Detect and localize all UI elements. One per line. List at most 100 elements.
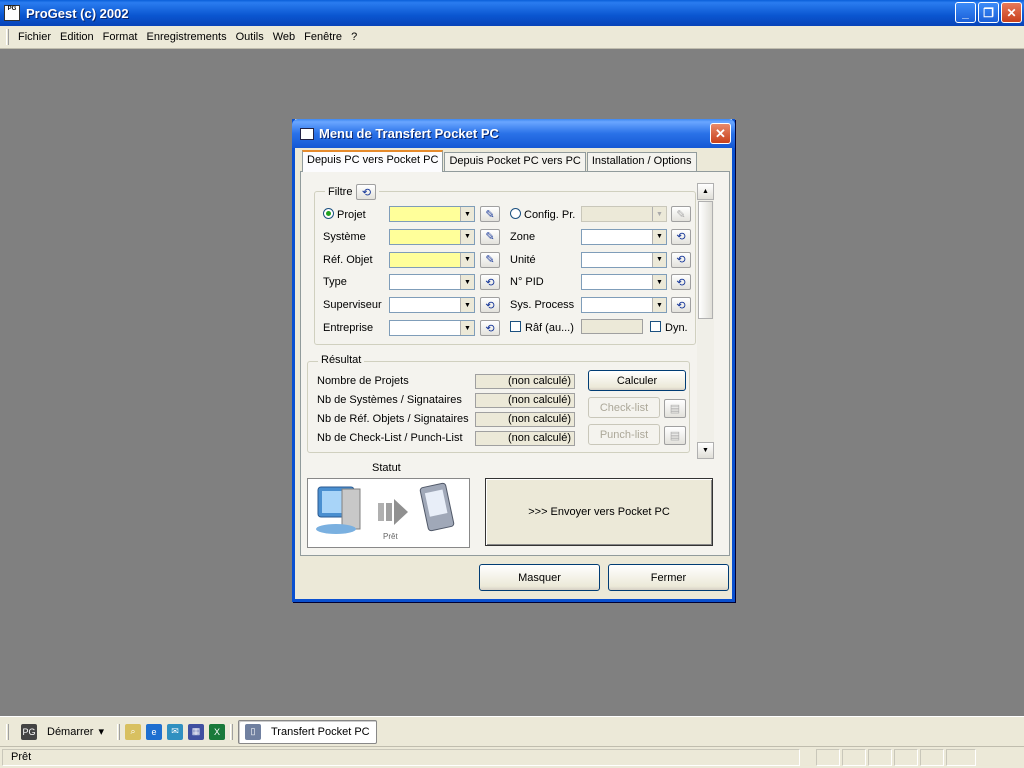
filtre-left-label: Type — [323, 276, 347, 288]
chevron-down-icon[interactable]: ▼ — [460, 207, 474, 221]
menu-fichier[interactable]: Fichier — [14, 29, 56, 45]
filtre-action-button[interactable]: ✎ — [671, 206, 691, 222]
minimize-button[interactable]: _ — [955, 2, 976, 23]
status-panel-3 — [868, 749, 892, 766]
dyn-check-box[interactable] — [650, 321, 661, 332]
menu-web[interactable]: Web — [269, 29, 300, 45]
resultat-row-value: (non calculé) — [475, 431, 575, 446]
filtre-action-button[interactable]: ⟲ — [671, 228, 691, 245]
filtre-combo[interactable]: ▼ — [389, 320, 475, 336]
chevron-down-icon[interactable]: ▼ — [460, 252, 474, 267]
menu-fenetre[interactable]: Fenêtre — [300, 29, 347, 45]
filtre-combo[interactable]: ▼ — [389, 274, 475, 291]
filtre-left-label: Entreprise — [323, 322, 373, 334]
masquer-button[interactable]: Masquer — [479, 564, 600, 591]
tab-pc-to-pocket[interactable]: Depuis PC vers Pocket PC — [302, 150, 444, 172]
chevron-down-icon[interactable]: ▼ — [652, 229, 666, 244]
toolbar-grip[interactable] — [6, 29, 9, 45]
ie-icon[interactable]: e — [145, 723, 162, 740]
app-icon[interactable]: PG — [4, 5, 20, 21]
raf-checkbox[interactable]: Râf (au...) — [510, 321, 574, 334]
arrow-up-icon: ▲ — [702, 188, 709, 195]
filtre-combo[interactable]: ▼ — [389, 297, 475, 314]
filtre-reset-button[interactable]: ⟲ — [356, 184, 377, 200]
filtre-combo[interactable]: ▼ — [581, 228, 667, 245]
scroll-thumb[interactable] — [698, 201, 713, 319]
filtre-action-button[interactable]: ⟲ — [480, 320, 500, 336]
filtre-right-label: Zone — [510, 231, 535, 243]
filtre-left-label[interactable]: Projet — [323, 208, 366, 221]
filtre-action-button[interactable]: ⟲ — [671, 297, 691, 314]
filtre-action-button[interactable]: ⟲ — [671, 251, 691, 268]
resultat-row-value: (non calculé) — [475, 393, 575, 408]
task-label: Transfert Pocket PC — [270, 725, 370, 738]
chevron-down-icon[interactable]: ▼ — [460, 229, 474, 244]
tab-pocket-to-pc[interactable]: Depuis Pocket PC vers PC — [444, 152, 586, 171]
restore-button[interactable]: ❐ — [978, 2, 999, 23]
chevron-down-icon[interactable]: ▼ — [460, 321, 474, 335]
filtre-label: Filtre ⟲ — [325, 184, 380, 200]
resultat-label: Résultat — [318, 354, 365, 366]
menu-outils[interactable]: Outils — [232, 29, 269, 45]
excel-icon[interactable]: X — [208, 723, 225, 740]
menu-edition[interactable]: Edition — [56, 29, 99, 45]
start-button[interactable]: PG Démarrer ▾ — [14, 720, 111, 744]
filtre-combo[interactable]: ▼ — [389, 228, 475, 245]
send-to-pocket-pc-button[interactable]: >>> Envoyer vers Pocket PC — [485, 478, 713, 546]
filtre-action-button[interactable]: ⟲ — [480, 297, 500, 314]
raf-check-box[interactable] — [510, 321, 521, 332]
filtre-combo[interactable]: ▼ — [581, 251, 667, 268]
projet-radio[interactable] — [323, 208, 334, 219]
filtre-combo[interactable]: ▼ — [581, 274, 667, 291]
outlook-icon[interactable]: ✉ — [166, 723, 183, 740]
menu-help[interactable]: ? — [347, 29, 362, 45]
quicklaunch-grip[interactable] — [116, 723, 120, 740]
panel-scrollbar[interactable]: ▲ ▼ — [697, 183, 714, 459]
filtre-combo[interactable]: ▼ — [389, 251, 475, 268]
statut-state: Prêt — [383, 532, 398, 541]
raf-value — [581, 319, 643, 334]
chevron-down-icon[interactable]: ▼ — [652, 275, 666, 290]
filtre-action-button[interactable]: ✎ — [480, 206, 500, 222]
chevron-down-icon[interactable]: ▼ — [460, 298, 474, 313]
filtre-combo[interactable]: ▼ — [389, 206, 475, 222]
arrow-right-icon — [378, 499, 408, 525]
filtre-right-label[interactable]: Config. Pr. — [510, 208, 575, 221]
print-icon: ▤ — [669, 403, 681, 415]
config-radio[interactable] — [510, 208, 521, 219]
filtre-action-button[interactable]: ⟲ — [480, 274, 500, 291]
chevron-down-icon[interactable]: ▼ — [652, 207, 666, 221]
close-button[interactable]: ✕ — [1001, 2, 1022, 23]
menu-format[interactable]: Format — [99, 29, 143, 45]
filtre-action-button[interactable]: ⟲ — [671, 274, 691, 291]
chevron-down-icon[interactable]: ▼ — [460, 275, 474, 290]
checklist-print-button[interactable]: ▤ — [664, 399, 686, 418]
punchlist-button[interactable]: Punch-list — [588, 424, 660, 445]
punchlist-print-button[interactable]: ▤ — [664, 426, 686, 445]
dialog-close-button[interactable]: ✕ — [710, 123, 731, 144]
statusbar: Prêt — [0, 746, 1024, 768]
filtre-left-label: Réf. Objet — [323, 254, 373, 266]
chevron-down-icon[interactable]: ▼ — [652, 252, 666, 267]
filtre-action-button[interactable]: ✎ — [480, 251, 500, 268]
undo-icon: ⟲ — [485, 322, 495, 335]
taskbar-grip[interactable] — [6, 723, 9, 740]
tab-installation-options[interactable]: Installation / Options — [586, 152, 697, 171]
scroll-down-button[interactable]: ▼ — [697, 442, 714, 459]
task-transfert-pocket-pc[interactable]: ▯ Transfert Pocket PC — [237, 719, 377, 744]
fermer-button[interactable]: Fermer — [608, 564, 729, 591]
calculator-icon[interactable]: ▦ — [187, 723, 204, 740]
filtre-combo[interactable]: ▼ — [581, 297, 667, 314]
menu-enregistrements[interactable]: Enregistrements — [143, 29, 232, 45]
filtre-action-button[interactable]: ✎ — [480, 228, 500, 245]
calculer-button[interactable]: Calculer — [588, 370, 686, 391]
scroll-up-button[interactable]: ▲ — [697, 183, 714, 200]
progest-icon: PG — [21, 723, 37, 740]
tasks-grip[interactable] — [229, 723, 233, 740]
checklist-button[interactable]: Check-list — [588, 397, 660, 418]
dyn-checkbox[interactable]: Dyn. — [650, 321, 688, 334]
filtre-combo[interactable]: ▼ — [581, 206, 667, 222]
chevron-down-icon[interactable]: ▼ — [652, 298, 666, 313]
search-icon[interactable]: ⌕ — [124, 723, 141, 740]
resultat-row-label: Nombre de Projets — [317, 375, 409, 387]
